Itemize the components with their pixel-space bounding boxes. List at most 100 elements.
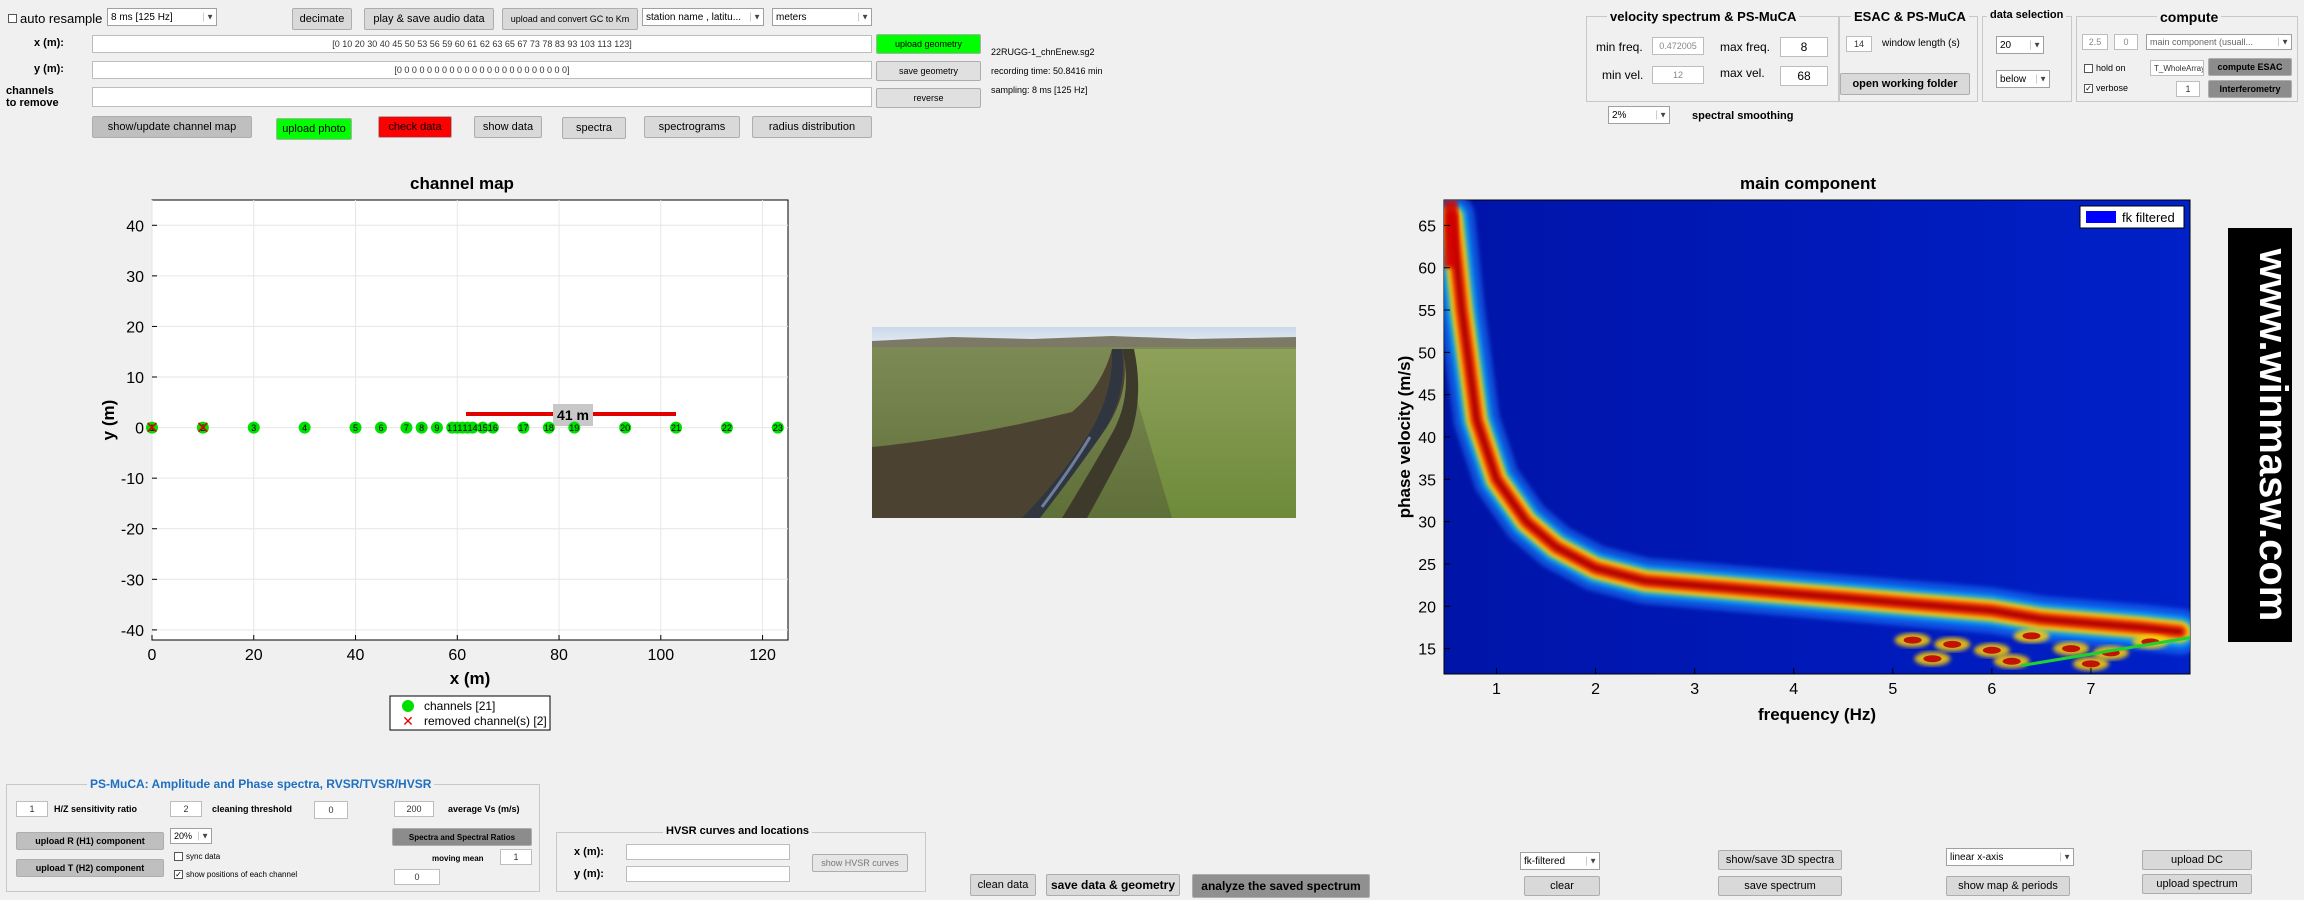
array-name-input[interactable]: T_WholeArray	[2150, 60, 2204, 76]
channels-remove-input[interactable]	[92, 87, 872, 107]
min-freq-label: min freq.	[1596, 40, 1643, 54]
data-selection-mode-select[interactable]: below ▼	[1996, 70, 2050, 88]
x-coordinates-input[interactable]: [0 10 20 30 40 45 50 53 56 59 60 61 62 6…	[92, 35, 872, 53]
x-tick-label: 100	[647, 647, 674, 664]
esac-panel-title: ESAC & PS-MuCA	[1851, 9, 1969, 24]
show-save-3d-button[interactable]: show/save 3D spectra	[1718, 850, 1842, 870]
compute-f1-input[interactable]: 2.5	[2082, 34, 2108, 50]
y-label: y (m):	[34, 63, 64, 75]
chevron-down-icon: ▼	[203, 12, 214, 22]
psmuca-title: PS-MuCA: Amplitude and Phase spectra, RV…	[87, 777, 435, 791]
chevron-down-icon: ▼	[1586, 856, 1597, 866]
window-length-input[interactable]: 14	[1846, 36, 1872, 52]
units-select[interactable]: meters ▼	[772, 8, 872, 26]
y-tick-label: 45	[1418, 388, 1436, 405]
show-hvsr-curves-button[interactable]: show HVSR curves	[812, 854, 908, 872]
sampling-select[interactable]: 8 ms [125 Hz] ▼	[107, 8, 217, 26]
clean-data-button[interactable]: clean data	[970, 874, 1036, 896]
upload-convert-gc-button[interactable]: upload and convert GC to Km	[502, 8, 638, 30]
cleaning-threshold-value2-input[interactable]: 0	[314, 801, 348, 819]
open-working-folder-button[interactable]: open working folder	[1840, 73, 1970, 95]
upload-dc-button[interactable]: upload DC	[2142, 850, 2252, 870]
play-save-audio-button[interactable]: play & save audio data	[364, 8, 494, 30]
legend-channels-marker	[402, 700, 414, 712]
distance-label: 41 m	[557, 407, 589, 423]
show-map-periods-button[interactable]: show map & periods	[1946, 876, 2070, 896]
hvsr-y-input[interactable]	[626, 866, 790, 882]
data-selection-value-select[interactable]: 20 ▼	[1996, 36, 2044, 54]
main-component-chart: 1 2 3 4 5 6 76560555045403530252015 fk filtere…	[1395, 199, 2191, 724]
verbose-label: verbose	[2096, 83, 2129, 93]
cleaning-threshold-input[interactable]: 2	[170, 801, 202, 817]
watermark-banner: www.winmasw.com	[2228, 228, 2295, 642]
reverse-button[interactable]: reverse	[876, 88, 981, 108]
fk-select[interactable]: fk-filtered ▼	[1520, 852, 1600, 870]
station-select[interactable]: station name , latitu... ▼	[642, 8, 764, 26]
x-tick-label: 60	[448, 647, 466, 664]
hold-on-checkbox[interactable]	[2084, 64, 2093, 73]
heat-edge-band	[1444, 200, 1458, 268]
upload-t-button[interactable]: upload T (H2) component	[16, 859, 164, 877]
show-update-map-button[interactable]: show/update channel map	[92, 116, 252, 138]
y-tick-label: 30	[126, 269, 144, 286]
moving-mean-input[interactable]: 1	[500, 849, 532, 865]
legend-removed-marker: ✕	[402, 713, 414, 729]
sampling-select-value: 8 ms [125 Hz]	[111, 11, 173, 23]
upload-spectrum-button[interactable]: upload spectrum	[2142, 874, 2252, 894]
max-freq-input[interactable]: 8	[1780, 37, 1828, 57]
x-tick-label: 120	[749, 647, 776, 664]
axis-select[interactable]: linear x-axis ▼	[1946, 848, 2074, 866]
y-tick-label: 60	[1418, 261, 1436, 278]
y-coordinates-input[interactable]: [0 0 0 0 0 0 0 0 0 0 0 0 0 0 0 0 0 0 0 0…	[92, 61, 872, 79]
spectra-ratios-button[interactable]: Spectra and Spectral Ratios	[392, 828, 532, 846]
verbose-value-input[interactable]: 1	[2176, 81, 2200, 97]
show-positions-checkbox[interactable]: ✓	[174, 870, 183, 879]
percent-select[interactable]: 20% ▼	[170, 828, 212, 844]
clear-button[interactable]: clear	[1524, 876, 1600, 896]
verbose-checkbox[interactable]: ✓	[2084, 84, 2093, 93]
channel-map-xlabel: x (m)	[450, 669, 491, 688]
psmuca-bottom-input[interactable]: 0	[394, 869, 440, 885]
spectrograms-button[interactable]: spectrograms	[644, 116, 740, 138]
average-vs-input[interactable]: 200	[394, 801, 434, 817]
check-data-button[interactable]: check data	[378, 116, 452, 138]
removed-channel-marker: ✕	[145, 419, 159, 438]
y-tick-label: 65	[1418, 218, 1436, 235]
channel-label: 6	[378, 423, 383, 433]
upload-geometry-button[interactable]: upload geometry	[876, 34, 981, 54]
interferometry-button[interactable]: Interferometry	[2208, 80, 2292, 98]
max-vel-input[interactable]: 68	[1780, 66, 1828, 86]
y-tick-label: 10	[126, 370, 144, 387]
data-selection-mode-value: below	[2000, 73, 2027, 85]
spectra-button[interactable]: spectra	[562, 117, 626, 139]
upload-photo-button[interactable]: upload photo	[276, 118, 352, 140]
smoothing-select-value: 2%	[1612, 109, 1627, 121]
percent-select-value: 20%	[174, 831, 193, 841]
analyze-saved-spectrum-button[interactable]: analyze the saved spectrum	[1192, 874, 1370, 898]
save-geometry-button[interactable]: save geometry	[876, 61, 981, 81]
save-data-geometry-button[interactable]: save data & geometry	[1046, 874, 1180, 896]
x-tick-label: 20	[245, 647, 263, 664]
chevron-down-icon: ▼	[2036, 74, 2047, 84]
velocity-spectrum-panel: velocity spectrum & PS-MuCA	[1586, 9, 1840, 102]
radius-distribution-button[interactable]: radius distribution	[752, 116, 872, 138]
hz-ratio-input[interactable]: 1	[16, 801, 48, 817]
compute-f2-input[interactable]: 0	[2114, 34, 2138, 50]
component-select[interactable]: main component (usuall... ▼	[2146, 34, 2292, 50]
min-freq-input[interactable]: 0.472005	[1652, 37, 1704, 55]
min-vel-input[interactable]: 12	[1652, 66, 1704, 84]
x-tick-label: 2	[1591, 681, 1600, 698]
cleaning-threshold-label: cleaning threshold	[212, 804, 293, 814]
save-spectrum-button[interactable]: save spectrum	[1718, 876, 1842, 896]
y-tick-label: 50	[1418, 345, 1436, 362]
hold-on-label: hold on	[2096, 63, 2126, 73]
sync-data-checkbox[interactable]	[174, 852, 183, 861]
hvsr-x-input[interactable]	[626, 844, 790, 860]
upload-r-button[interactable]: upload R (H1) component	[16, 832, 164, 850]
smoothing-select[interactable]: 2% ▼	[1608, 106, 1670, 124]
decimate-button[interactable]: decimate	[292, 8, 352, 30]
show-data-button[interactable]: show data	[474, 116, 542, 138]
compute-esac-button[interactable]: compute ESAC	[2208, 58, 2292, 76]
auto-resample-checkbox[interactable]	[8, 14, 17, 23]
heat-patch-core	[2002, 657, 2021, 665]
